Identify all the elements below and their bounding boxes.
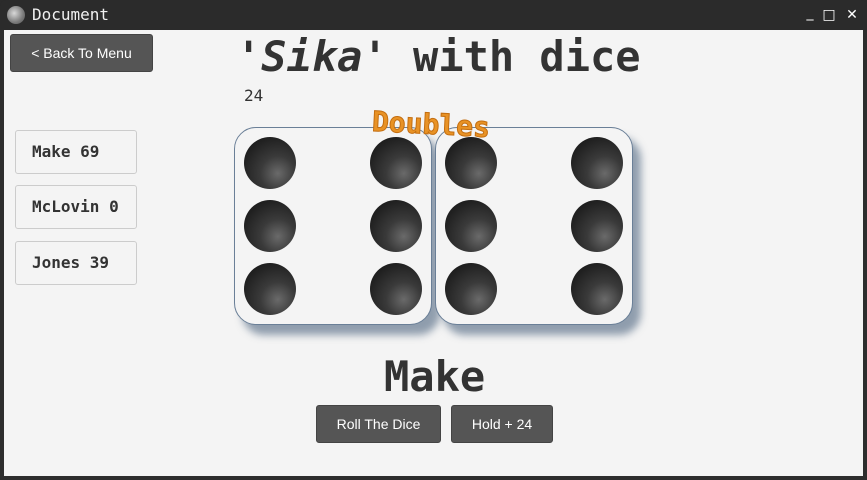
turn-score: 24: [244, 86, 264, 105]
die-left: [234, 127, 432, 325]
back-to-menu-button[interactable]: < Back To Menu: [10, 34, 153, 72]
title-game-name: 'Sika': [236, 32, 388, 81]
game-page: < Back To Menu 'Sika' with dice 24 Make …: [4, 30, 863, 476]
pip: [571, 137, 623, 189]
pip: [244, 137, 296, 189]
close-icon[interactable]: ✕: [844, 7, 860, 23]
doubles-label: Doubles: [371, 104, 492, 145]
die-right: [435, 127, 633, 325]
player-card: Jones 39: [15, 241, 137, 285]
pip: [445, 263, 497, 315]
pip: [244, 200, 296, 252]
pip: [370, 263, 422, 315]
pip: [370, 137, 422, 189]
minimize-icon[interactable]: _: [802, 5, 818, 21]
roll-dice-button[interactable]: Roll The Dice: [316, 405, 441, 443]
pip: [370, 200, 422, 252]
title-bar: Document _ □ ✕: [0, 0, 867, 30]
player-card: Make 69: [15, 130, 137, 174]
pip: [445, 137, 497, 189]
pip: [571, 200, 623, 252]
pip: [445, 200, 497, 252]
maximize-icon[interactable]: □: [821, 7, 837, 23]
globe-icon: [7, 6, 25, 24]
pip: [244, 263, 296, 315]
page-title: 'Sika' with dice: [236, 32, 641, 81]
hold-button[interactable]: Hold + 24: [451, 405, 553, 443]
current-player-name: Make: [384, 352, 486, 401]
title-rest: with dice: [387, 32, 641, 81]
window-title: Document: [32, 5, 110, 24]
pip: [571, 263, 623, 315]
player-card: McLovin 0: [15, 185, 137, 229]
app-window: Document _ □ ✕ < Back To Menu 'Sika' wit…: [0, 0, 867, 480]
